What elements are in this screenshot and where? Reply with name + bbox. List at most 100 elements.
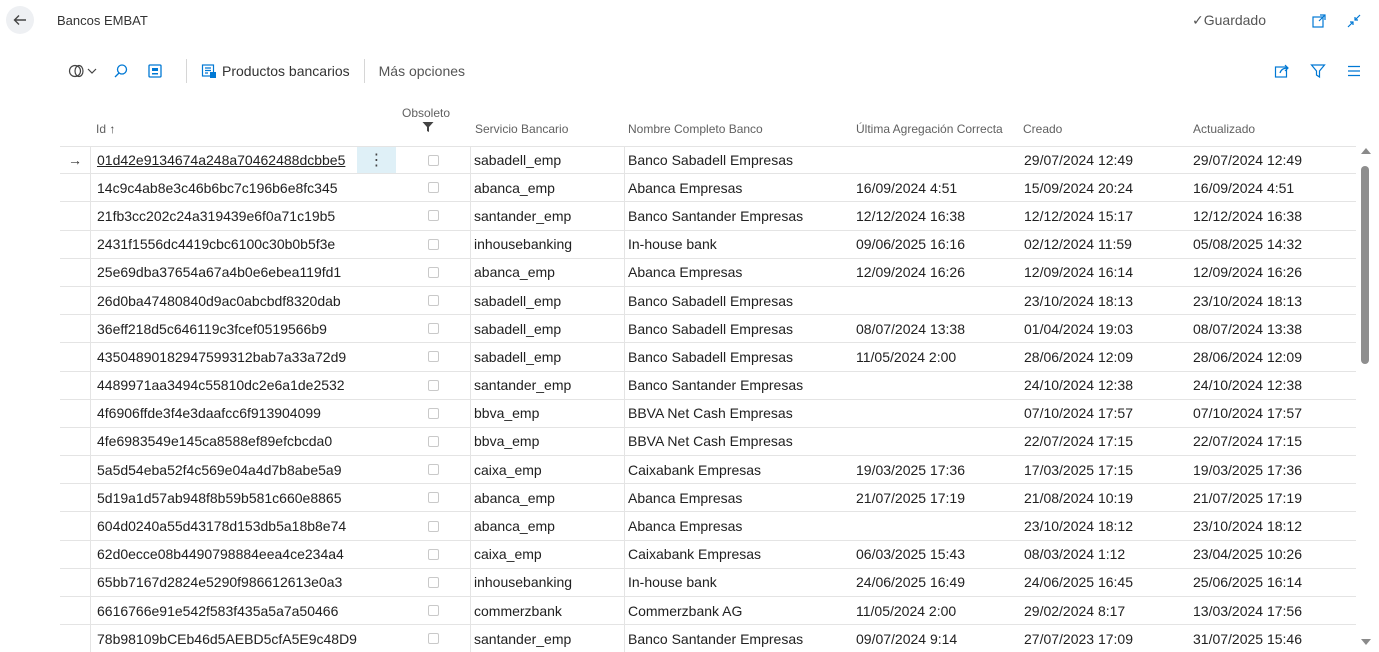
open-in-new-window-icon[interactable] (1308, 10, 1330, 32)
cell-service[interactable]: sabadell_emp (474, 315, 624, 342)
column-header-id[interactable]: Id ↑ (96, 122, 115, 136)
edit-list-icon[interactable] (142, 59, 168, 83)
cell-id[interactable]: 14c9c4ab8e3c46b6bc7c196b6e8fc345 (97, 174, 357, 201)
cell-full-name[interactable]: In-house bank (628, 231, 848, 258)
cell-full-name[interactable]: Banco Sabadell Empresas (628, 315, 848, 342)
table-row[interactable]: 62d0ecce08b4490798884eea4ce234a4 caixa_em… (60, 540, 1356, 569)
table-row[interactable]: 36eff218d5c646119c3fcef0519566b9 sabadell… (60, 315, 1356, 344)
cell-id[interactable]: 36eff218d5c646119c3fcef0519566b9 (97, 315, 357, 342)
cell-obsolete[interactable] (396, 456, 470, 483)
share-icon[interactable] (1271, 60, 1293, 82)
cell-last-aggregation[interactable] (856, 372, 1022, 399)
cell-service[interactable]: inhousebanking (474, 231, 624, 258)
table-row[interactable]: 4489971aa3494c55810dc2e6a1de2532 santande… (60, 371, 1356, 400)
cell-last-aggregation[interactable] (856, 287, 1022, 314)
cell-service[interactable]: santander_emp (474, 202, 624, 229)
cell-created[interactable]: 22/07/2024 17:15 (1024, 428, 1190, 455)
cell-obsolete[interactable] (396, 541, 470, 568)
cell-updated[interactable]: 23/10/2024 18:13 (1193, 287, 1353, 314)
cell-full-name[interactable]: Abanca Empresas (628, 259, 848, 286)
cell-last-aggregation[interactable]: 09/06/2025 16:16 (856, 231, 1022, 258)
table-row[interactable]: 6616766e91e542f583f435a5a7a50466 commerzb… (60, 597, 1356, 626)
table-row[interactable]: 4fe6983549e145ca8588ef89efcbcda0 bbva_emp… (60, 427, 1356, 457)
table-row[interactable]: 4f6906ffde3f4e3daafcc6f913904099 bbva_emp… (60, 399, 1356, 428)
obsolete-checkbox[interactable] (427, 154, 439, 166)
cell-service[interactable]: caixa_emp (474, 541, 624, 568)
cell-created[interactable]: 29/07/2024 12:49 (1024, 147, 1190, 173)
cell-id[interactable]: 65bb7167d2824e5290f986612613e0a3 (97, 569, 357, 596)
cell-id[interactable]: 604d0240a55d43178d153db5a18b8e74 (97, 512, 357, 539)
column-header-updated[interactable]: Actualizado (1193, 122, 1255, 136)
cell-service[interactable]: inhousebanking (474, 569, 624, 596)
obsolete-checkbox[interactable] (427, 576, 439, 588)
cell-updated[interactable]: 19/03/2025 17:36 (1193, 456, 1353, 483)
cell-service[interactable]: santander_emp (474, 625, 624, 652)
table-row[interactable]: 5d19a1d57ab948f8b59b581c660e8865 abanca_e… (60, 484, 1356, 513)
cell-service[interactable]: sabadell_emp (474, 287, 624, 314)
cell-full-name[interactable]: Caixabank Empresas (628, 456, 848, 483)
table-row[interactable]: 25e69dba37654a67a4b0e6ebea119fd1 abanca_e… (60, 258, 1356, 287)
filter-active-icon[interactable] (422, 121, 434, 136)
obsolete-checkbox[interactable] (427, 407, 439, 419)
cell-created[interactable]: 17/03/2025 17:15 (1024, 456, 1190, 483)
cell-last-aggregation[interactable] (856, 512, 1022, 539)
table-row[interactable]: 26d0ba47480840d9ac0abcbdf8320dab sabadell… (60, 286, 1356, 316)
cell-last-aggregation[interactable] (856, 400, 1022, 427)
cell-updated[interactable]: 23/04/2025 10:26 (1193, 541, 1353, 568)
cell-last-aggregation[interactable]: 12/09/2024 16:26 (856, 259, 1022, 286)
cell-id[interactable]: 5a5d54eba52f4c569e04a4d7b8abe5a9 (97, 456, 357, 483)
cell-id[interactable]: 01d42e9134674a248a70462488dcbbe5 (97, 147, 357, 173)
obsolete-checkbox[interactable] (427, 520, 439, 532)
cell-last-aggregation[interactable]: 06/03/2025 15:43 (856, 541, 1022, 568)
cell-id[interactable]: 6616766e91e542f583f435a5a7a50466 (97, 597, 357, 624)
cell-service[interactable]: sabadell_emp (474, 343, 624, 370)
column-header-last-aggregation[interactable]: Última Agregación Correcta (856, 122, 1003, 136)
cell-id[interactable]: 5d19a1d57ab948f8b59b581c660e8865 (97, 484, 357, 511)
cell-updated[interactable]: 12/09/2024 16:26 (1193, 259, 1353, 286)
cell-obsolete[interactable] (396, 512, 470, 539)
cell-service[interactable]: abanca_emp (474, 174, 624, 201)
cell-last-aggregation[interactable]: 11/05/2024 2:00 (856, 597, 1022, 624)
cell-service[interactable]: sabadell_emp (474, 147, 624, 173)
cell-last-aggregation[interactable]: 08/07/2024 13:38 (856, 315, 1022, 342)
cell-updated[interactable]: 12/12/2024 16:38 (1193, 202, 1353, 229)
cell-updated[interactable]: 21/07/2025 17:19 (1193, 484, 1353, 511)
views-icon[interactable] (66, 59, 100, 83)
scrollbar-thumb[interactable] (1361, 166, 1369, 364)
cell-full-name[interactable]: BBVA Net Cash Empresas (628, 400, 848, 427)
table-row[interactable]: 2431f1556dc4419cbc6100c30b0b5f3e inhouseb… (60, 230, 1356, 259)
cell-last-aggregation[interactable]: 16/09/2024 4:51 (856, 174, 1022, 201)
cell-created[interactable]: 24/10/2024 12:38 (1024, 372, 1190, 399)
cell-updated[interactable]: 16/09/2024 4:51 (1193, 174, 1353, 201)
obsolete-checkbox[interactable] (427, 435, 439, 447)
cell-updated[interactable]: 25/06/2025 16:14 (1193, 569, 1353, 596)
table-row[interactable]: 21fb3cc202c24a319439e6f0a71c19b5 santande… (60, 202, 1356, 231)
cell-full-name[interactable]: Abanca Empresas (628, 512, 848, 539)
table-row[interactable]: 604d0240a55d43178d153db5a18b8e74 abanca_e… (60, 512, 1356, 541)
scroll-down-icon[interactable] (1361, 639, 1371, 645)
cell-created[interactable]: 23/10/2024 18:13 (1024, 287, 1190, 314)
cell-created[interactable]: 29/02/2024 8:17 (1024, 597, 1190, 624)
obsolete-checkbox[interactable] (427, 210, 439, 222)
cell-created[interactable]: 07/10/2024 17:57 (1024, 400, 1190, 427)
cell-updated[interactable]: 05/08/2025 14:32 (1193, 231, 1353, 258)
obsolete-checkbox[interactable] (427, 548, 439, 560)
cell-full-name[interactable]: Banco Santander Empresas (628, 625, 848, 652)
list-view-icon[interactable] (1343, 60, 1365, 82)
cell-obsolete[interactable] (396, 343, 470, 370)
obsolete-checkbox[interactable] (427, 464, 439, 476)
cell-obsolete[interactable] (396, 400, 470, 427)
cell-service[interactable]: bbva_emp (474, 428, 624, 455)
cell-full-name[interactable]: Banco Sabadell Empresas (628, 147, 848, 173)
cell-created[interactable]: 01/04/2024 19:03 (1024, 315, 1190, 342)
row-actions-icon[interactable]: ⋮ (357, 147, 396, 174)
cell-full-name[interactable]: In-house bank (628, 569, 848, 596)
column-header-created[interactable]: Creado (1023, 122, 1062, 136)
obsolete-checkbox[interactable] (427, 379, 439, 391)
collapse-icon[interactable] (1343, 10, 1365, 32)
cell-obsolete[interactable] (396, 231, 470, 258)
obsolete-checkbox[interactable] (427, 238, 439, 250)
cell-full-name[interactable]: Banco Sabadell Empresas (628, 343, 848, 370)
cell-created[interactable]: 15/09/2024 20:24 (1024, 174, 1190, 201)
cell-created[interactable]: 08/03/2024 1:12 (1024, 541, 1190, 568)
